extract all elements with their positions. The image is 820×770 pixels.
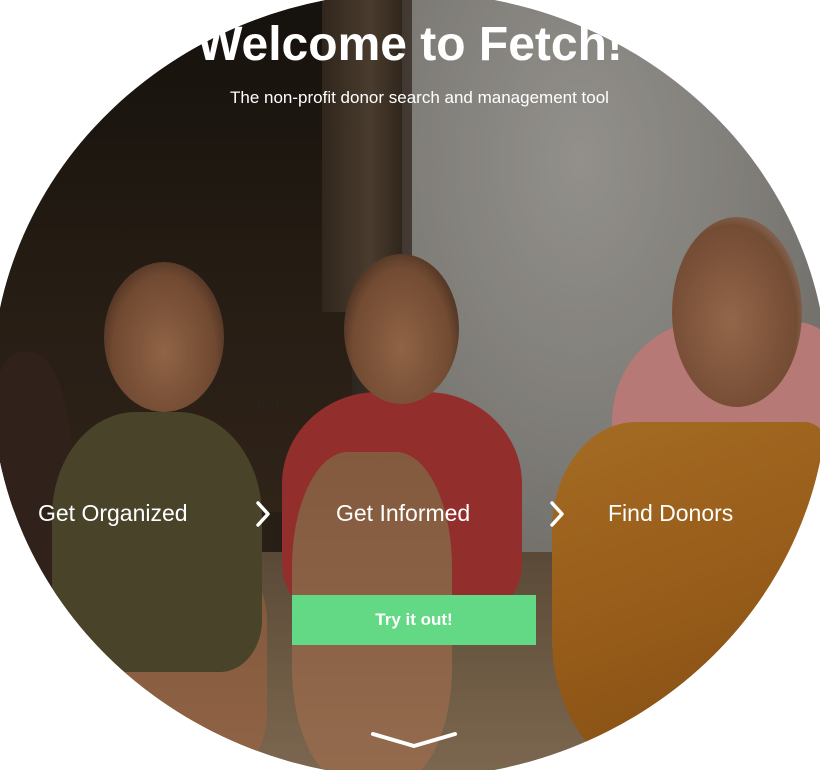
- page-subtitle: The non-profit donor search and manageme…: [230, 88, 609, 107]
- chevron-right-icon: [256, 501, 270, 527]
- step-get-informed: Get Informed: [336, 500, 471, 526]
- chevron-right-icon: [550, 501, 564, 527]
- chevron-down-icon[interactable]: [370, 730, 458, 750]
- step-get-organized: Get Organized: [38, 500, 188, 526]
- landing-page: Welcome to Fetch! The non-profit donor s…: [0, 0, 820, 770]
- step-find-donors: Find Donors: [608, 500, 734, 526]
- photo-overlay: [0, 0, 820, 770]
- try-it-out-button[interactable]: Try it out!: [292, 595, 536, 645]
- placeholder-text: Text: [254, 396, 280, 412]
- hero-photo: [0, 0, 820, 770]
- page-title: Welcome to Fetch!: [197, 18, 623, 71]
